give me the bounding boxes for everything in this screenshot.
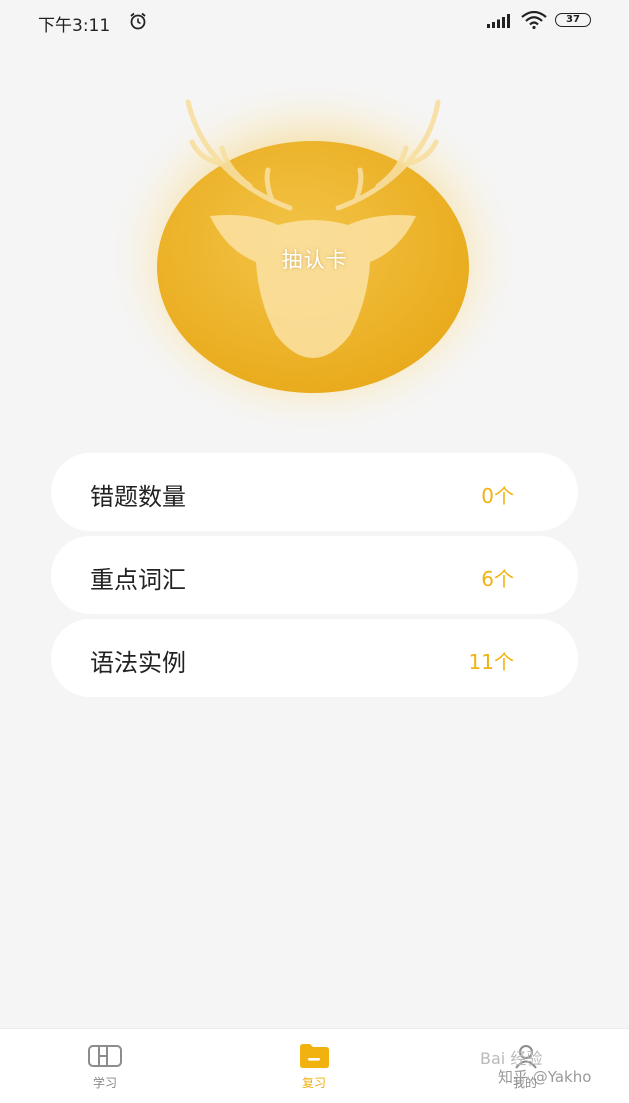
status-time: 下午3:11	[38, 16, 111, 36]
watermark-credit: 知乎 @Yakho	[498, 1068, 592, 1086]
tab-label: 复习	[301, 1076, 326, 1090]
tab-label: 学习	[92, 1076, 117, 1090]
folder-icon	[298, 1043, 330, 1073]
battery-icon: 37	[555, 13, 591, 27]
wrong-questions-card[interactable]: 错题数量 0个	[51, 453, 578, 531]
alarm-icon	[128, 11, 148, 35]
status-bar: 下午3:11 37	[0, 0, 629, 44]
flashcard-label: 抽认卡	[281, 248, 348, 272]
key-vocabulary-card[interactable]: 重点词汇 6个	[51, 536, 578, 614]
wifi-icon	[521, 10, 547, 33]
card-count: 6个	[481, 567, 514, 591]
book-icon	[87, 1043, 123, 1073]
card-count: 0个	[481, 484, 514, 508]
signal-icon	[487, 13, 513, 32]
grammar-examples-card[interactable]: 语法实例 11个	[51, 619, 578, 697]
card-count: 11个	[468, 650, 514, 674]
card-label: 重点词汇	[90, 566, 186, 594]
tab-review[interactable]: 复习	[259, 1029, 369, 1103]
tab-study[interactable]: 学习	[50, 1029, 160, 1103]
card-label: 错题数量	[90, 483, 186, 511]
card-label: 语法实例	[90, 649, 186, 677]
